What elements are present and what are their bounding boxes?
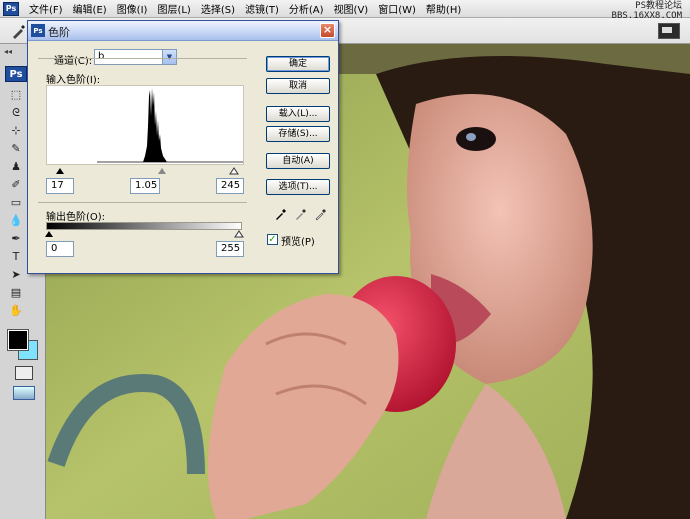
input-black-slider[interactable]: [56, 168, 64, 174]
chevron-down-icon[interactable]: ▼: [162, 50, 176, 64]
healing-brush-tool-icon[interactable]: ✎: [8, 142, 24, 156]
menu-bar: Ps 文件(F) 编辑(E) 图像(I) 图层(L) 选择(S) 滤镜(T) 分…: [0, 0, 690, 21]
save-button[interactable]: 存储(S)...: [266, 126, 330, 142]
menu-view[interactable]: 视图(V): [334, 1, 369, 16]
menu-analysis[interactable]: 分析(A): [289, 1, 324, 16]
channel-select[interactable]: b ▼: [94, 49, 177, 65]
menu-file[interactable]: 文件(F): [29, 1, 63, 16]
input-gamma-slider[interactable]: [158, 168, 166, 174]
gray-eyedropper-icon[interactable]: [294, 207, 308, 221]
input-black-field[interactable]: 17: [46, 178, 74, 194]
histogram: [46, 85, 244, 165]
output-levels-label: 输出色阶(O):: [46, 212, 106, 223]
group-divider: [38, 58, 247, 59]
output-black-field[interactable]: 0: [46, 241, 74, 257]
dialog-titlebar[interactable]: Ps 色阶 ×: [28, 21, 338, 41]
black-eyedropper-icon[interactable]: [274, 207, 288, 221]
blur-tool-icon[interactable]: 💧: [8, 214, 24, 228]
foreground-color-swatch[interactable]: [7, 329, 29, 351]
output-white-slider[interactable]: [234, 230, 244, 238]
brush-preset-icon[interactable]: [658, 23, 680, 39]
screen-mode-button[interactable]: [13, 386, 35, 400]
toolbox-collapse-icon[interactable]: ◂◂: [4, 47, 12, 56]
pen-tool-icon[interactable]: ✒: [8, 232, 24, 246]
menu-help[interactable]: 帮助(H): [426, 1, 461, 16]
crop-tool-icon[interactable]: ⊹: [8, 124, 24, 138]
input-slider: [50, 166, 240, 176]
path-selection-tool-icon[interactable]: ➤: [8, 268, 24, 282]
preview-label: 预览(P): [281, 237, 315, 248]
dialog-title: 色阶: [48, 26, 70, 39]
marquee-tool-icon[interactable]: ⬚: [8, 88, 24, 102]
preview-checkbox[interactable]: ✓: [267, 234, 278, 245]
eraser-tool-icon[interactable]: ▭: [8, 196, 24, 210]
menu-window[interactable]: 窗口(W): [378, 1, 416, 16]
section-divider: [38, 202, 247, 203]
output-slider: [45, 230, 244, 238]
menu-select[interactable]: 选择(S): [201, 1, 235, 16]
output-black-slider[interactable]: [45, 231, 53, 237]
ok-button[interactable]: 确定: [266, 56, 330, 72]
menu-filter[interactable]: 滤镜(T): [245, 1, 279, 16]
channel-value: b: [98, 51, 105, 62]
auto-button[interactable]: 自动(A): [266, 153, 330, 169]
input-gamma-field[interactable]: 1.05: [130, 178, 160, 194]
menu-image[interactable]: 图像(I): [117, 1, 148, 16]
history-brush-tool-icon[interactable]: ✐: [8, 178, 24, 192]
load-button[interactable]: 载入(L)...: [266, 106, 330, 122]
cancel-button[interactable]: 取消: [266, 78, 330, 94]
input-white-slider[interactable]: [229, 167, 239, 175]
quick-mask-button[interactable]: [15, 366, 33, 380]
output-white-field[interactable]: 255: [216, 241, 244, 257]
menu-layer[interactable]: 图层(L): [157, 1, 190, 16]
watermark-title: PS教程论坛: [635, 1, 682, 11]
notes-tool-icon[interactable]: ▤: [8, 286, 24, 300]
hand-tool-icon[interactable]: ✋: [8, 304, 24, 318]
clone-stamp-tool-icon[interactable]: ♟: [8, 160, 24, 174]
eyedropper-tool-icon[interactable]: [10, 22, 28, 40]
options-button[interactable]: 选项(T)...: [266, 179, 330, 195]
levels-dialog: Ps 色阶 × 通道(C): b ▼ 输入色阶(I): 17 1.05 245 …: [27, 20, 339, 274]
channel-label: 通道(C):: [54, 56, 93, 67]
input-white-field[interactable]: 245: [216, 178, 244, 194]
input-levels-label: 输入色阶(I):: [46, 75, 101, 86]
menu-edit[interactable]: 编辑(E): [73, 1, 107, 16]
photoshop-logo-icon: Ps: [3, 1, 19, 16]
lasso-tool-icon[interactable]: ᘓ: [8, 106, 24, 120]
type-tool-icon[interactable]: T: [8, 250, 24, 264]
dialog-app-icon: Ps: [31, 24, 45, 37]
photoshop-badge[interactable]: Ps: [5, 66, 27, 82]
white-eyedropper-icon[interactable]: [314, 207, 328, 221]
close-icon[interactable]: ×: [320, 23, 335, 38]
